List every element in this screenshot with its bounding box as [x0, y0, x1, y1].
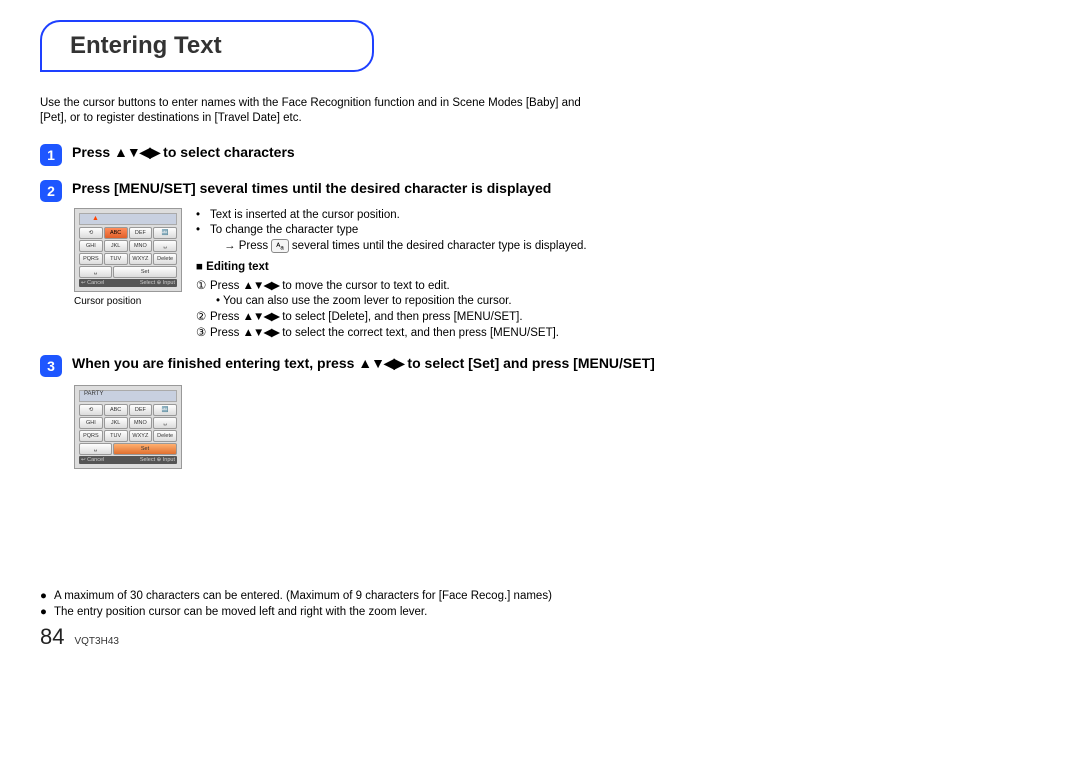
editing-step-1-sub: • You can also use the zoom lever to rep…	[210, 294, 512, 310]
step-3-pre: When you are finished entering text, pre…	[72, 355, 358, 371]
k2-def: DEF	[129, 404, 153, 416]
step-3-post: to select [Set] and press [MENU/SET]	[404, 355, 655, 371]
step-3-thumbnail-wrap: PARTY ⟲ ABC DEF 🔤 GHI JKL MNO ␣ PQRS TUV…	[74, 385, 1040, 469]
k2-mno: MNO	[129, 417, 153, 429]
keypad-illustration: ▲ ⟲ ABC DEF 🔤 GHI JKL MNO ␣ PQRS TUV WXY…	[74, 208, 182, 292]
k2-tuv: TUV	[104, 430, 128, 442]
step-1-post: to select characters	[159, 144, 294, 160]
k2-jkl: JKL	[104, 417, 128, 429]
editing-step-3: Press ▲▼◀▶ to select the correct text, a…	[210, 326, 559, 342]
keypad-illustration-2: PARTY ⟲ ABC DEF 🔤 GHI JKL MNO ␣ PQRS TUV…	[74, 385, 182, 469]
page-number: 84	[40, 624, 64, 650]
k2-blank: ␣	[79, 443, 112, 455]
key-ghi: GHI	[79, 240, 103, 252]
k2-set: Set	[113, 443, 177, 455]
step-number-3: 3	[40, 355, 62, 377]
footnotes: ●A maximum of 30 characters can be enter…	[40, 589, 810, 620]
cursor-caption: Cursor position	[74, 296, 182, 307]
entered-text: PARTY	[84, 391, 103, 397]
k2-wxyz: WXYZ	[129, 430, 153, 442]
step-1-pre: Press	[72, 144, 114, 160]
note-2: The entry position cursor can be moved l…	[54, 605, 427, 621]
step-number-1: 1	[40, 144, 62, 166]
k2-delete: Delete	[153, 430, 177, 442]
page-footer: 84 VQT3H43	[40, 624, 1040, 650]
dpad-icons-2: ▲▼◀▶	[358, 355, 403, 371]
keypad-cancel: ↩ Cancel	[81, 280, 104, 286]
keypad-footer: ↩ Cancel Select ⊕ Input	[79, 279, 177, 287]
bullet-change-type-sub: → Press ᴬₐ several times until the desir…	[210, 239, 587, 255]
keypad-footer-2: ↩ Cancel Select ⊕ Input	[79, 456, 177, 464]
key-space: ␣	[153, 240, 177, 252]
note-1: A maximum of 30 characters can be entere…	[54, 589, 552, 605]
step-2-bullets: •Text is inserted at the cursor position…	[196, 208, 587, 341]
key-set: Set	[113, 266, 177, 278]
step-3-heading: When you are finished entering text, pre…	[72, 355, 655, 372]
e1-post: to move the cursor to text to edit.	[279, 280, 450, 292]
e3-post: to select the correct text, and then pre…	[279, 327, 559, 339]
bullet-text-inserted: Text is inserted at the cursor position.	[210, 208, 400, 224]
k2-select: Select ⊕ Input	[140, 457, 175, 463]
editing-step-1: Press ▲▼◀▶ to move the cursor to text to…	[210, 279, 450, 295]
key-mno: MNO	[129, 240, 153, 252]
section-title-box: Entering Text	[40, 20, 374, 72]
type-key-icon: ᴬₐ	[271, 239, 288, 253]
key-type: 🔤	[153, 227, 177, 239]
document-id: VQT3H43	[74, 636, 118, 647]
key-jkl: JKL	[104, 240, 128, 252]
k2-abc: ABC	[104, 404, 128, 416]
k2-type: 🔤	[153, 404, 177, 416]
step-2: 2 Press [MENU/SET] several times until t…	[40, 180, 1040, 202]
k2-ghi: GHI	[79, 417, 103, 429]
step-2-content: ▲ ⟲ ABC DEF 🔤 GHI JKL MNO ␣ PQRS TUV WXY…	[74, 208, 1040, 341]
k2-pqrs: PQRS	[79, 430, 103, 442]
bullet-change-type: To change the character type	[210, 223, 358, 239]
e2-post: to select [Delete], and then press [MENU…	[279, 311, 523, 323]
step-number-2: 2	[40, 180, 62, 202]
k2-cancel: ↩ Cancel	[81, 457, 104, 463]
key-def: DEF	[129, 227, 153, 239]
page-title: Entering Text	[70, 32, 222, 60]
key-delete: Delete	[153, 253, 177, 265]
keypad-input-bar-2: PARTY	[79, 390, 177, 402]
key-abc: ABC	[104, 227, 128, 239]
key-wxyz: WXYZ	[129, 253, 153, 265]
e1-sub: You can also use the zoom lever to repos…	[223, 295, 512, 307]
editing-text-heading: ■ Editing text	[196, 260, 587, 276]
key-blank: ␣	[79, 266, 112, 278]
k2-mode: ⟲	[79, 404, 103, 416]
step-1: 1 Press ▲▼◀▶ to select characters	[40, 144, 1040, 166]
b2a-post: several times until the desired characte…	[289, 240, 587, 252]
keypad-select: Select ⊕ Input	[140, 280, 175, 286]
step-2-heading: Press [MENU/SET] several times until the…	[72, 180, 551, 196]
key-pqrs: PQRS	[79, 253, 103, 265]
key-mode: ⟲	[79, 227, 103, 239]
step-1-heading: Press ▲▼◀▶ to select characters	[72, 144, 295, 161]
k2-space: ␣	[153, 417, 177, 429]
key-tuv: TUV	[104, 253, 128, 265]
dpad-icons: ▲▼◀▶	[114, 144, 159, 160]
editing-head-text: Editing text	[206, 261, 269, 273]
step-3: 3 When you are finished entering text, p…	[40, 355, 1040, 377]
b2a-pre: → Press	[224, 240, 271, 252]
intro-paragraph: Use the cursor buttons to enter names wi…	[40, 96, 610, 126]
keypad-thumbnail-1: ▲ ⟲ ABC DEF 🔤 GHI JKL MNO ␣ PQRS TUV WXY…	[74, 208, 182, 341]
keypad-input-bar: ▲	[79, 213, 177, 225]
editing-step-2: Press ▲▼◀▶ to select [Delete], and then …	[210, 310, 523, 326]
